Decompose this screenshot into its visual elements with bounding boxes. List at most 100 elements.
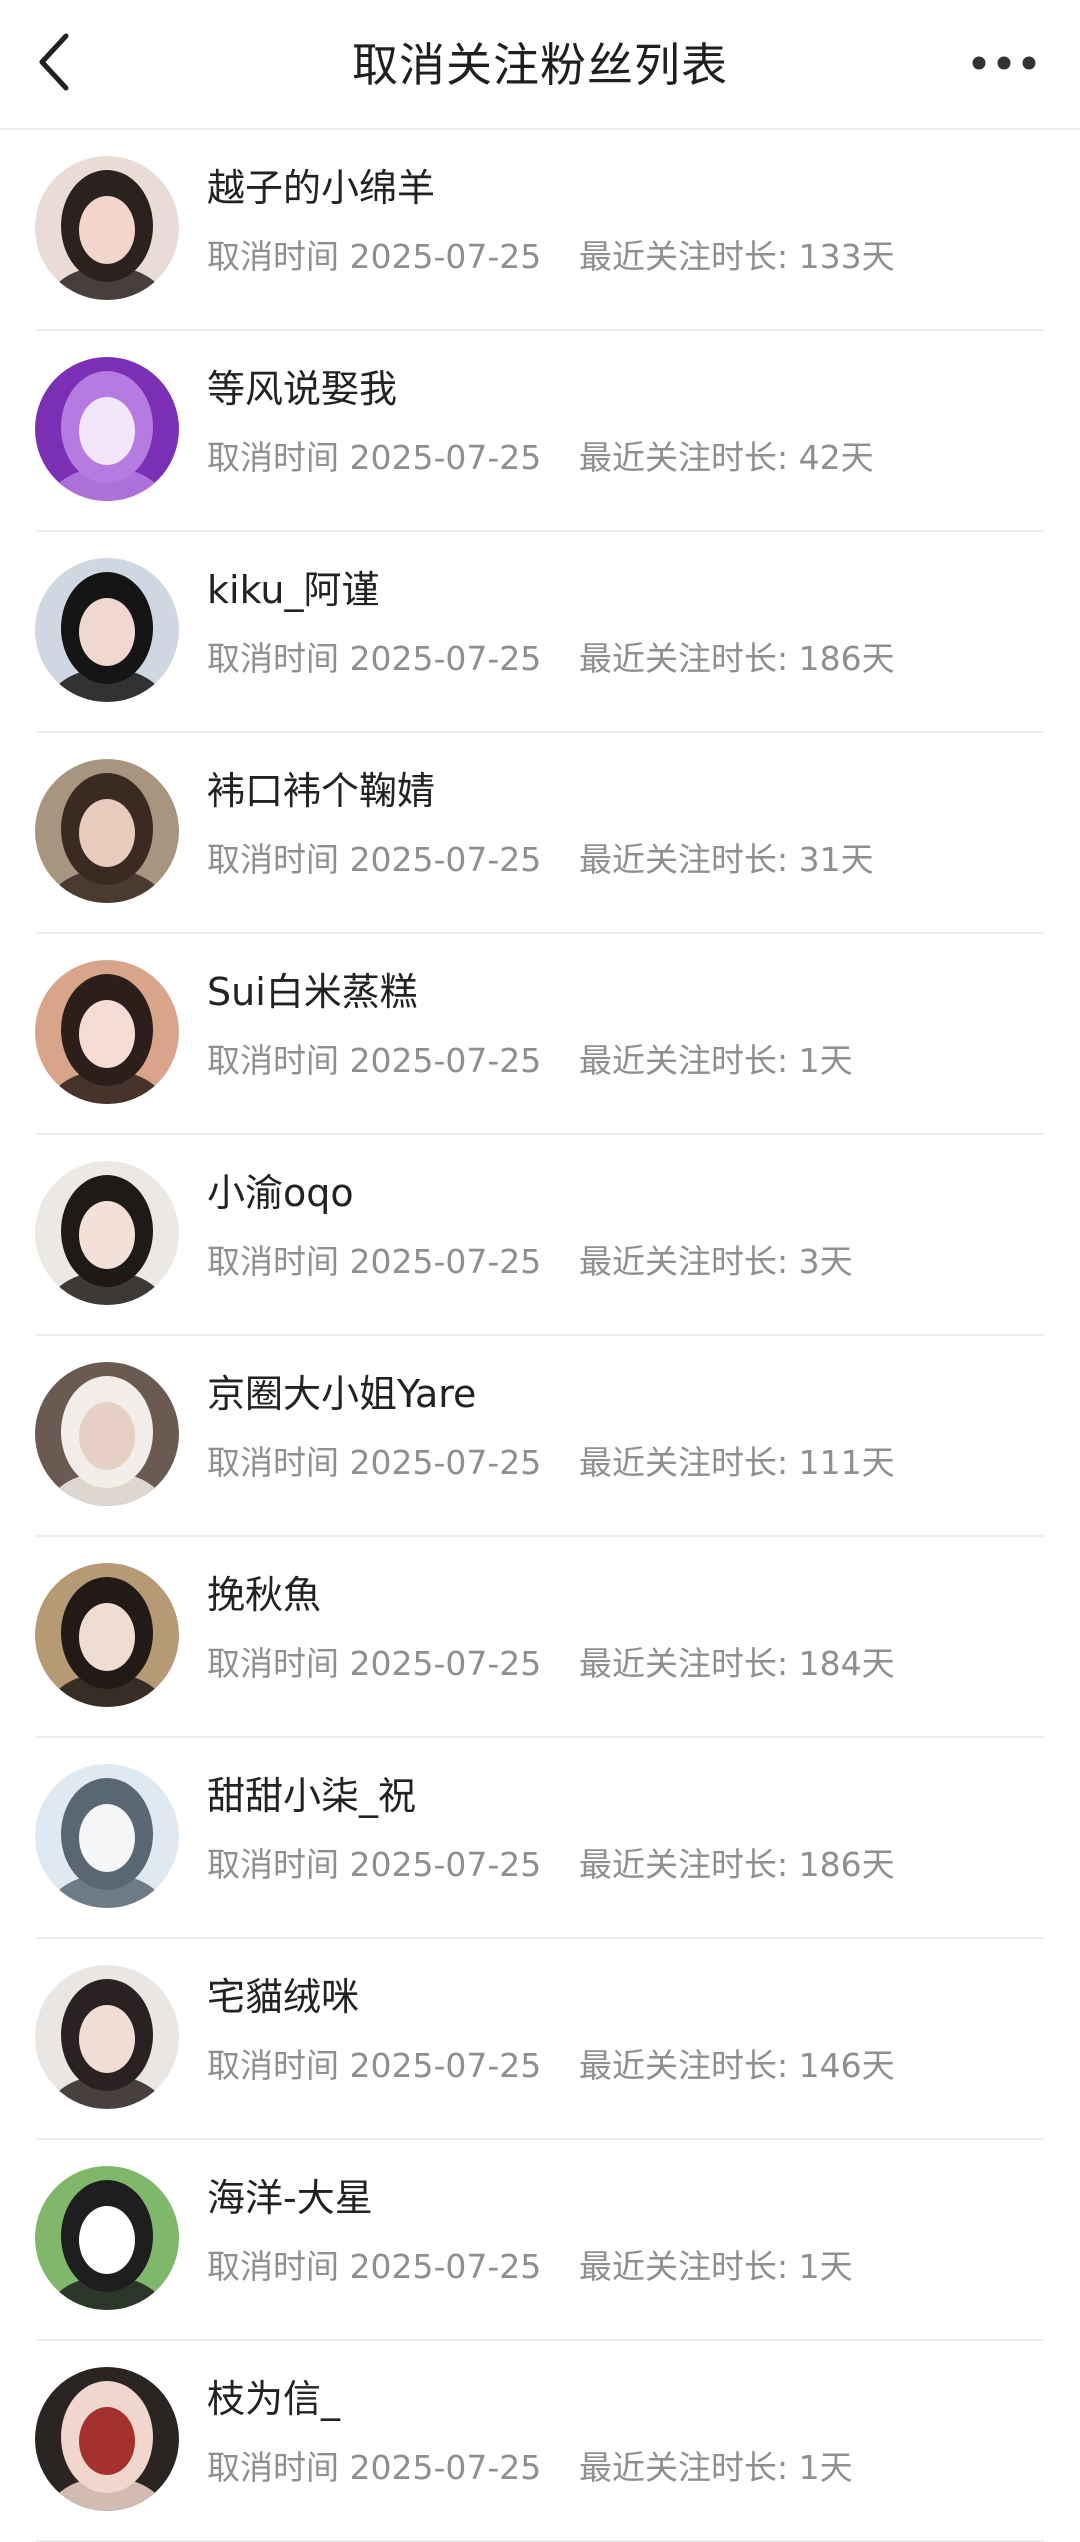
cancel-time: 取消时间 2025-07-25 [207, 1843, 541, 1887]
fan-list-item[interactable]: 宅貓绒咪取消时间 2025-07-25 最近关注时长: 146天 [0, 1939, 1080, 2140]
fan-list-item[interactable]: 京圈大小姐Yare 取消时间 2025-07-25 最近关注时长: 111天 [0, 1336, 1080, 1537]
cancel-time: 取消时间 2025-07-25 [207, 2044, 541, 2088]
fan-name[interactable]: 等风说娶我 [207, 365, 397, 413]
follow-duration-label: 最近关注时长: [579, 840, 799, 879]
follow-duration-label: 最近关注时长: [579, 2247, 799, 2286]
fan-name[interactable]: 海洋-大星 [207, 2174, 373, 2222]
cancel-time-label: 取消时间 [207, 2046, 339, 2085]
follow-duration: 最近关注时长: 42天 [579, 436, 874, 480]
follow-duration: 最近关注时长: 133天 [579, 235, 895, 279]
cancel-time-label: 取消时间 [207, 1845, 339, 1884]
cancel-time-value: 2025-07-25 [349, 237, 542, 276]
cancel-time: 取消时间 2025-07-25 [207, 235, 541, 279]
follow-duration: 最近关注时长: 186天 [579, 637, 895, 681]
cancel-time-value: 2025-07-25 [349, 840, 542, 879]
follow-duration-value: 3天 [798, 1242, 853, 1281]
page-title: 取消关注粉丝列表 [352, 38, 728, 92]
follow-duration-label: 最近关注时长: [579, 1242, 799, 1281]
fan-list-item[interactable]: kiku_阿谨取消时间 2025-07-25 最近关注时长: 186天 [0, 532, 1080, 733]
fan-name[interactable]: 小渝oqo [207, 1169, 354, 1217]
cancel-time-label: 取消时间 [207, 237, 339, 276]
follow-duration: 最近关注时长: 184天 [579, 1642, 895, 1686]
cancel-time-label: 取消时间 [207, 1443, 339, 1482]
fan-list-item[interactable]: 海洋-大星取消时间 2025-07-25 最近关注时长: 1天 [0, 2140, 1080, 2341]
fan-list-item[interactable]: 袆口袆个鞠婧 取消时间 2025-07-25 最近关注时长: 31天 [0, 733, 1080, 934]
cancel-time-label: 取消时间 [207, 840, 339, 879]
fan-name[interactable]: 京圈大小姐Yare [207, 1370, 476, 1418]
cancel-time-label: 取消时间 [207, 2448, 339, 2487]
follow-duration-value: 1天 [798, 2448, 853, 2487]
avatar[interactable] [35, 1965, 179, 2109]
fan-name[interactable]: 枝为信_ [207, 2375, 340, 2423]
fan-name[interactable]: 越子的小绵羊 [207, 164, 435, 212]
follow-duration-value: 186天 [798, 1845, 895, 1884]
follow-duration-label: 最近关注时长: [579, 2448, 799, 2487]
follow-duration-value: 1天 [798, 1041, 853, 1080]
follow-duration-label: 最近关注时长: [579, 1845, 799, 1884]
cancel-time: 取消时间 2025-07-25 [207, 1240, 541, 1284]
follow-duration-value: 1天 [798, 2247, 853, 2286]
follow-duration-label: 最近关注时长: [579, 1644, 799, 1683]
cancel-time-value: 2025-07-25 [349, 2247, 542, 2286]
follow-duration-value: 42天 [798, 438, 874, 477]
follow-duration: 最近关注时长: 111天 [579, 1441, 895, 1485]
avatar[interactable] [35, 156, 179, 300]
fan-name[interactable]: 甜甜小柒_祝 [207, 1772, 416, 1820]
cancel-time-value: 2025-07-25 [349, 1443, 542, 1482]
avatar[interactable] [35, 960, 179, 1104]
fan-list-item[interactable]: 越子的小绵羊取消时间 2025-07-25 最近关注时长: 133天 [0, 130, 1080, 331]
cancel-time: 取消时间 2025-07-25 [207, 2245, 541, 2289]
follow-duration: 最近关注时长: 146天 [579, 2044, 895, 2088]
follow-duration-label: 最近关注时长: [579, 1443, 799, 1482]
fan-list-item[interactable]: 甜甜小柒_祝取消时间 2025-07-25 最近关注时长: 186天 [0, 1738, 1080, 1939]
cancel-time-label: 取消时间 [207, 1041, 339, 1080]
follow-duration-value: 133天 [798, 237, 895, 276]
follow-duration-value: 146天 [798, 2046, 895, 2085]
unfollowed-fans-list: 越子的小绵羊 取消时间 2025-07-25 最近关注时长: 133天 等风说娶我 取消… [0, 130, 1080, 2542]
follow-duration-value: 111天 [798, 1443, 895, 1482]
avatar[interactable] [35, 1362, 179, 1506]
cancel-time: 取消时间 2025-07-25 [207, 436, 541, 480]
fan-name[interactable]: 宅貓绒咪 [207, 1973, 359, 2021]
avatar[interactable] [35, 558, 179, 702]
cancel-time-value: 2025-07-25 [349, 438, 542, 477]
fan-list-item[interactable]: 枝为信_ 取消时间 2025-07-25 最近关注时长: 1天 [0, 2341, 1080, 2542]
cancel-time-value: 2025-07-25 [349, 1845, 542, 1884]
cancel-time-value: 2025-07-25 [349, 639, 542, 678]
follow-duration-value: 186天 [798, 639, 895, 678]
avatar[interactable] [35, 1563, 179, 1707]
fan-list-item[interactable]: 挽秋魚 取消时间 2025-07-25 最近关注时长: 184天 [0, 1537, 1080, 1738]
follow-duration-value: 184天 [798, 1644, 895, 1683]
cancel-time-value: 2025-07-25 [349, 1644, 542, 1683]
chevron-left-icon [34, 32, 74, 96]
avatar[interactable] [35, 759, 179, 903]
fan-name[interactable]: kiku_阿谨 [207, 566, 380, 614]
cancel-time-label: 取消时间 [207, 1242, 339, 1281]
more-dots-icon [971, 55, 1037, 75]
avatar[interactable] [35, 1764, 179, 1908]
follow-duration: 最近关注时长: 186天 [579, 1843, 895, 1887]
cancel-time-value: 2025-07-25 [349, 2046, 542, 2085]
avatar[interactable] [35, 1161, 179, 1305]
back-button[interactable] [22, 28, 86, 100]
avatar[interactable] [35, 357, 179, 501]
more-options-button[interactable] [964, 35, 1044, 95]
avatar[interactable] [35, 2367, 179, 2511]
fan-list-item[interactable]: Sui白米蒸糕 取消时间 2025-07-25 最近关注时长: 1天 [0, 934, 1080, 1135]
cancel-time: 取消时间 2025-07-25 [207, 838, 541, 882]
follow-duration-label: 最近关注时长: [579, 639, 799, 678]
fan-list-item[interactable]: 等风说娶我取消时间 2025-07-25 最近关注时长: 42天 [0, 331, 1080, 532]
fan-name[interactable]: 挽秋魚 [207, 1571, 321, 1619]
cancel-time-label: 取消时间 [207, 2247, 339, 2286]
fan-list-item[interactable]: 小渝oqo 取消时间 2025-07-25 最近关注时长: 3天 [0, 1135, 1080, 1336]
follow-duration-label: 最近关注时长: [579, 438, 799, 477]
fan-name[interactable]: 袆口袆个鞠婧 [207, 767, 435, 815]
cancel-time-value: 2025-07-25 [349, 2448, 542, 2487]
follow-duration: 最近关注时长: 1天 [579, 2446, 853, 2490]
cancel-time-label: 取消时间 [207, 639, 339, 678]
avatar[interactable] [35, 2166, 179, 2310]
follow-duration: 最近关注时长: 3天 [579, 1240, 853, 1284]
fan-name[interactable]: Sui白米蒸糕 [207, 968, 418, 1016]
cancel-time-value: 2025-07-25 [349, 1242, 542, 1281]
follow-duration: 最近关注时长: 1天 [579, 2245, 853, 2289]
